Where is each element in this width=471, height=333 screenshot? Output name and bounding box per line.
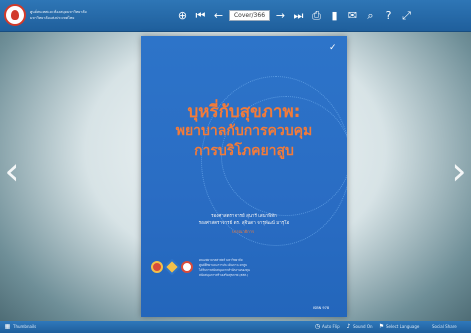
previous-page-arrow[interactable]: ‹ xyxy=(4,150,20,192)
sound-icon[interactable]: ♪ xyxy=(345,323,352,330)
checkmark-icon: ✓ xyxy=(329,43,337,53)
top-toolbar: ศูนย์สนเทศและห้องสมุดมหาวิทยาลัย มหาวิทย… xyxy=(0,0,471,32)
cover-title-line-3: การบริโภคยาสูบ xyxy=(194,143,294,159)
author-2: รองศาสตราจารย์ ดร. สุจินดา จารุพัฒน์ มาร… xyxy=(198,221,290,226)
language-button[interactable]: Select Language xyxy=(386,324,419,329)
print-icon[interactable]: ⎙ xyxy=(310,9,323,22)
logo-icon xyxy=(4,4,26,26)
brand-line-2: มหาวิทยาลัยแห่งประเทศไทย xyxy=(30,16,75,20)
language-icon[interactable]: ⚑ xyxy=(378,323,385,330)
search-icon[interactable]: ⌕ xyxy=(364,9,377,22)
thumbnails-button[interactable]: Thumbnails xyxy=(13,324,36,329)
previous-page-icon[interactable]: ← xyxy=(212,9,225,22)
publisher-line-4: สนับสนุนการสร้างเสริมสุขภาพ (สสส.) xyxy=(199,273,249,277)
bottom-toolbar: ▦ Thumbnails ◷ Auto Flip ♪ Sound On ⚑ Se… xyxy=(0,321,471,333)
isbn-text: ISBN 978 xyxy=(313,306,330,310)
foundation-emblem-icon xyxy=(181,261,193,273)
last-page-icon[interactable]: ⏭ xyxy=(292,9,305,22)
sound-button[interactable]: Sound On xyxy=(353,324,373,329)
email-icon[interactable]: ✉ xyxy=(346,9,359,22)
auto-flip-button[interactable]: Auto Flip xyxy=(322,324,340,329)
fullscreen-icon[interactable]: ⤢ xyxy=(400,9,413,22)
thumbnails-icon[interactable]: ▦ xyxy=(4,323,11,330)
next-page-arrow[interactable]: › xyxy=(451,150,467,192)
edition-label: บรรณาธิการ xyxy=(231,229,255,234)
book-cover[interactable]: ✓ บุหรี่กับสุขภาพ: พยาบาลกับการควบคุม กา… xyxy=(141,36,347,317)
social-share-button[interactable]: Social Share xyxy=(432,324,457,329)
auto-flip-icon[interactable]: ◷ xyxy=(314,323,321,330)
help-icon[interactable]: ? xyxy=(382,9,395,22)
next-page-icon[interactable]: → xyxy=(274,9,287,22)
bookmark-icon[interactable]: ▮ xyxy=(328,9,341,22)
zoom-in-icon[interactable]: ⊕ xyxy=(176,9,189,22)
university-emblem-icon xyxy=(151,261,163,273)
cover-title-line-2: พยาบาลกับการควบคุม xyxy=(175,123,313,139)
author-1: รองศาสตราจารย์ สุนารี เสนาพิทัก xyxy=(211,214,277,219)
first-page-icon[interactable]: ⏮ xyxy=(194,9,207,22)
page-indicator-input[interactable]: Cover/366 xyxy=(229,10,270,21)
center-emblem-icon xyxy=(163,258,181,276)
